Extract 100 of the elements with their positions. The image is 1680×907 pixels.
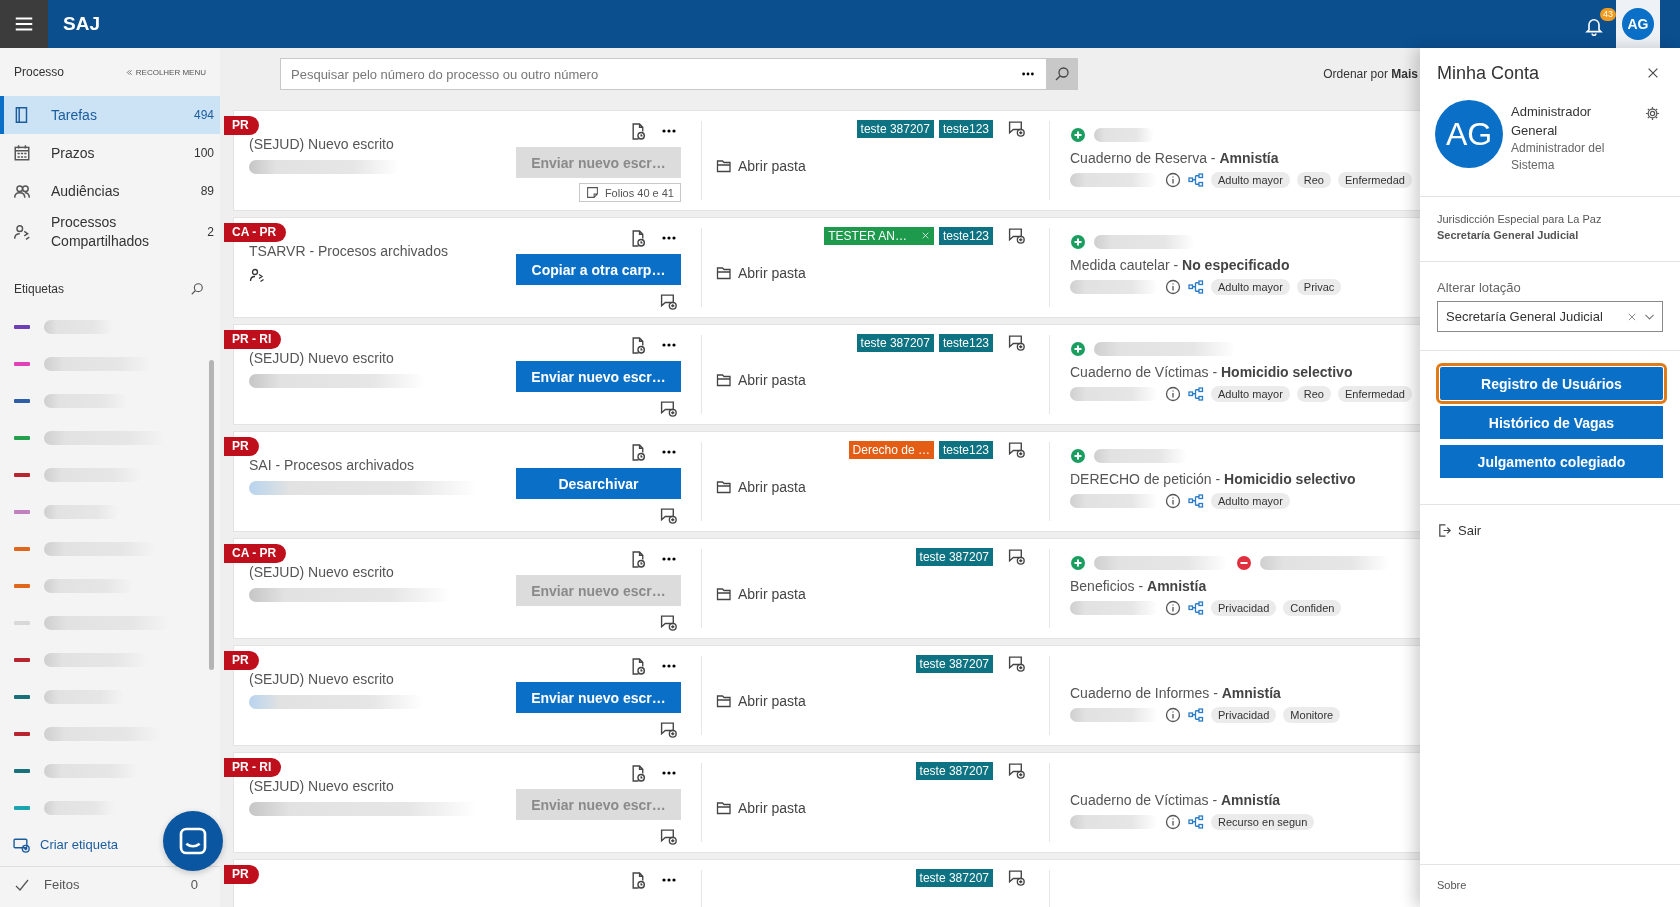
case-tag: teste123: [938, 226, 993, 245]
calendar-icon: [13, 144, 31, 162]
case-title: Medida cautelar - No especificado: [1070, 257, 1291, 273]
open-folder-link[interactable]: Abrir pasta: [716, 479, 806, 495]
label-search-button[interactable]: [190, 282, 204, 296]
info-icon[interactable]: [1165, 386, 1181, 402]
hierarchy-icon[interactable]: [1188, 814, 1204, 830]
document-button[interactable]: [630, 443, 647, 461]
add-tag-button[interactable]: [1008, 762, 1025, 779]
action-button[interactable]: Copiar a otra carp…: [516, 254, 681, 285]
close-button[interactable]: [1646, 66, 1660, 80]
person-arrows-icon: [13, 223, 31, 241]
avatar-button[interactable]: AG: [1616, 0, 1660, 48]
logout-icon: [1437, 523, 1452, 538]
process-badge: CA - PR: [224, 544, 287, 563]
add-tag-button[interactable]: [1008, 655, 1025, 672]
chip: Adulto mayor: [1211, 493, 1290, 509]
open-folder-link[interactable]: Abrir pasta: [716, 693, 806, 709]
case-title: Cuaderno de Reserva - Amnistía: [1070, 150, 1280, 166]
add-tag-button[interactable]: [1008, 548, 1025, 565]
chip: Reo: [1296, 172, 1331, 188]
task-title: SAI - Procesos archivados: [249, 457, 414, 473]
about-link[interactable]: Sobre: [1420, 864, 1680, 907]
settings-button[interactable]: [1645, 106, 1660, 121]
document-button[interactable]: [630, 657, 647, 675]
process-badge: PR - RI: [224, 330, 282, 349]
task-title: (SEJUD) Nuevo escrito: [249, 671, 394, 687]
menu-action-button[interactable]: Julgamento colegiado: [1440, 445, 1663, 478]
case-tag: teste 387207: [915, 654, 993, 673]
nav-item[interactable]: Prazos 100: [0, 134, 220, 172]
hierarchy-icon[interactable]: [1188, 600, 1204, 616]
process-badge: CA - PR: [224, 223, 287, 242]
action-button[interactable]: Enviar nuevo escr…: [516, 682, 681, 713]
nav-item[interactable]: Audiências 89: [0, 172, 220, 210]
info-icon[interactable]: [1165, 493, 1181, 509]
action-button[interactable]: Desarchivar: [516, 468, 681, 499]
add-comment-button[interactable]: [660, 614, 677, 631]
add-comment-button[interactable]: [660, 400, 677, 417]
open-folder-link[interactable]: Abrir pasta: [716, 158, 806, 174]
remove-icon[interactable]: [920, 231, 930, 240]
add-comment-button[interactable]: [660, 293, 677, 310]
menu-button[interactable]: [0, 0, 48, 48]
chip: Enfermedad: [1338, 386, 1412, 402]
info-icon[interactable]: [1165, 172, 1181, 188]
add-tag-button[interactable]: [1008, 120, 1025, 137]
task-title: (SEJUD) Nuevo escrito: [249, 350, 394, 366]
logout-button[interactable]: Sair: [1420, 505, 1499, 556]
open-folder-link[interactable]: Abrir pasta: [716, 800, 806, 816]
settings-icon: [1645, 106, 1660, 121]
chip: Privacidad: [1211, 707, 1277, 723]
document-button[interactable]: [630, 764, 647, 782]
process-badge: PR: [224, 651, 259, 670]
open-folder-link[interactable]: Abrir pasta: [716, 372, 806, 388]
add-tag-button[interactable]: [1008, 227, 1025, 244]
note-button[interactable]: Folios 40 e 41: [578, 183, 681, 202]
document-button[interactable]: [630, 122, 647, 140]
document-button[interactable]: [630, 336, 647, 354]
add-tag-button[interactable]: [1008, 334, 1025, 351]
open-folder-link[interactable]: Abrir pasta: [716, 265, 806, 281]
sort-label[interactable]: Ordenar por Mais: [1323, 67, 1420, 81]
clear-icon[interactable]: [1627, 311, 1637, 322]
info-icon[interactable]: [1165, 600, 1181, 616]
hierarchy-icon[interactable]: [1188, 386, 1204, 402]
plus-circle-icon: [1070, 234, 1086, 250]
info-icon[interactable]: [1165, 814, 1181, 830]
case-tag: teste123: [938, 440, 993, 459]
nav-item[interactable]: Tarefas 494: [0, 96, 220, 134]
section-title: Processo: [14, 65, 65, 79]
case-tag: teste123: [938, 119, 993, 138]
add-comment-button[interactable]: [660, 828, 677, 845]
open-folder-link[interactable]: Abrir pasta: [716, 586, 806, 602]
document-clock-icon: [630, 443, 647, 461]
chip: Recurso en segun: [1211, 814, 1315, 830]
unit-name: Secretaría General Judicial: [1437, 228, 1580, 243]
info-icon[interactable]: [1165, 707, 1181, 723]
info-icon[interactable]: [1165, 279, 1181, 295]
case-title: Cuaderno de Víctimas - Homicidio selectivo: [1070, 364, 1354, 380]
hierarchy-icon[interactable]: [1188, 707, 1204, 723]
comment-add-icon: [660, 400, 677, 417]
comment-add-icon: [660, 828, 677, 845]
select-field[interactable]: Secretaría General Judicial: [1437, 301, 1663, 332]
collapse-menu-link[interactable]: RECOLHER MENU: [124, 67, 206, 77]
create-label-link[interactable]: Criar etiqueta: [0, 832, 132, 856]
action-button[interactable]: Enviar nuevo escr…: [516, 361, 681, 392]
menu-action-button[interactable]: Histórico de Vagas: [1440, 406, 1663, 439]
search-field[interactable]: Pesquisar pelo número do processo ou outro número: [280, 58, 1010, 90]
hierarchy-icon[interactable]: [1188, 172, 1204, 188]
add-tag-button[interactable]: [1008, 441, 1025, 458]
document-button[interactable]: [630, 229, 647, 247]
chip: Adulto mayor: [1211, 279, 1290, 295]
case-title: Beneficios - Amnistía: [1070, 578, 1208, 594]
add-comment-button[interactable]: [660, 721, 677, 738]
hierarchy-icon[interactable]: [1188, 279, 1204, 295]
search-button[interactable]: [1046, 58, 1078, 90]
document-button[interactable]: [630, 871, 647, 889]
add-tag-button[interactable]: [1008, 869, 1025, 886]
nav-item[interactable]: Processos Compartilhados 2: [0, 210, 220, 254]
hierarchy-icon[interactable]: [1188, 493, 1204, 509]
add-comment-button[interactable]: [660, 507, 677, 524]
document-button[interactable]: [630, 550, 647, 568]
